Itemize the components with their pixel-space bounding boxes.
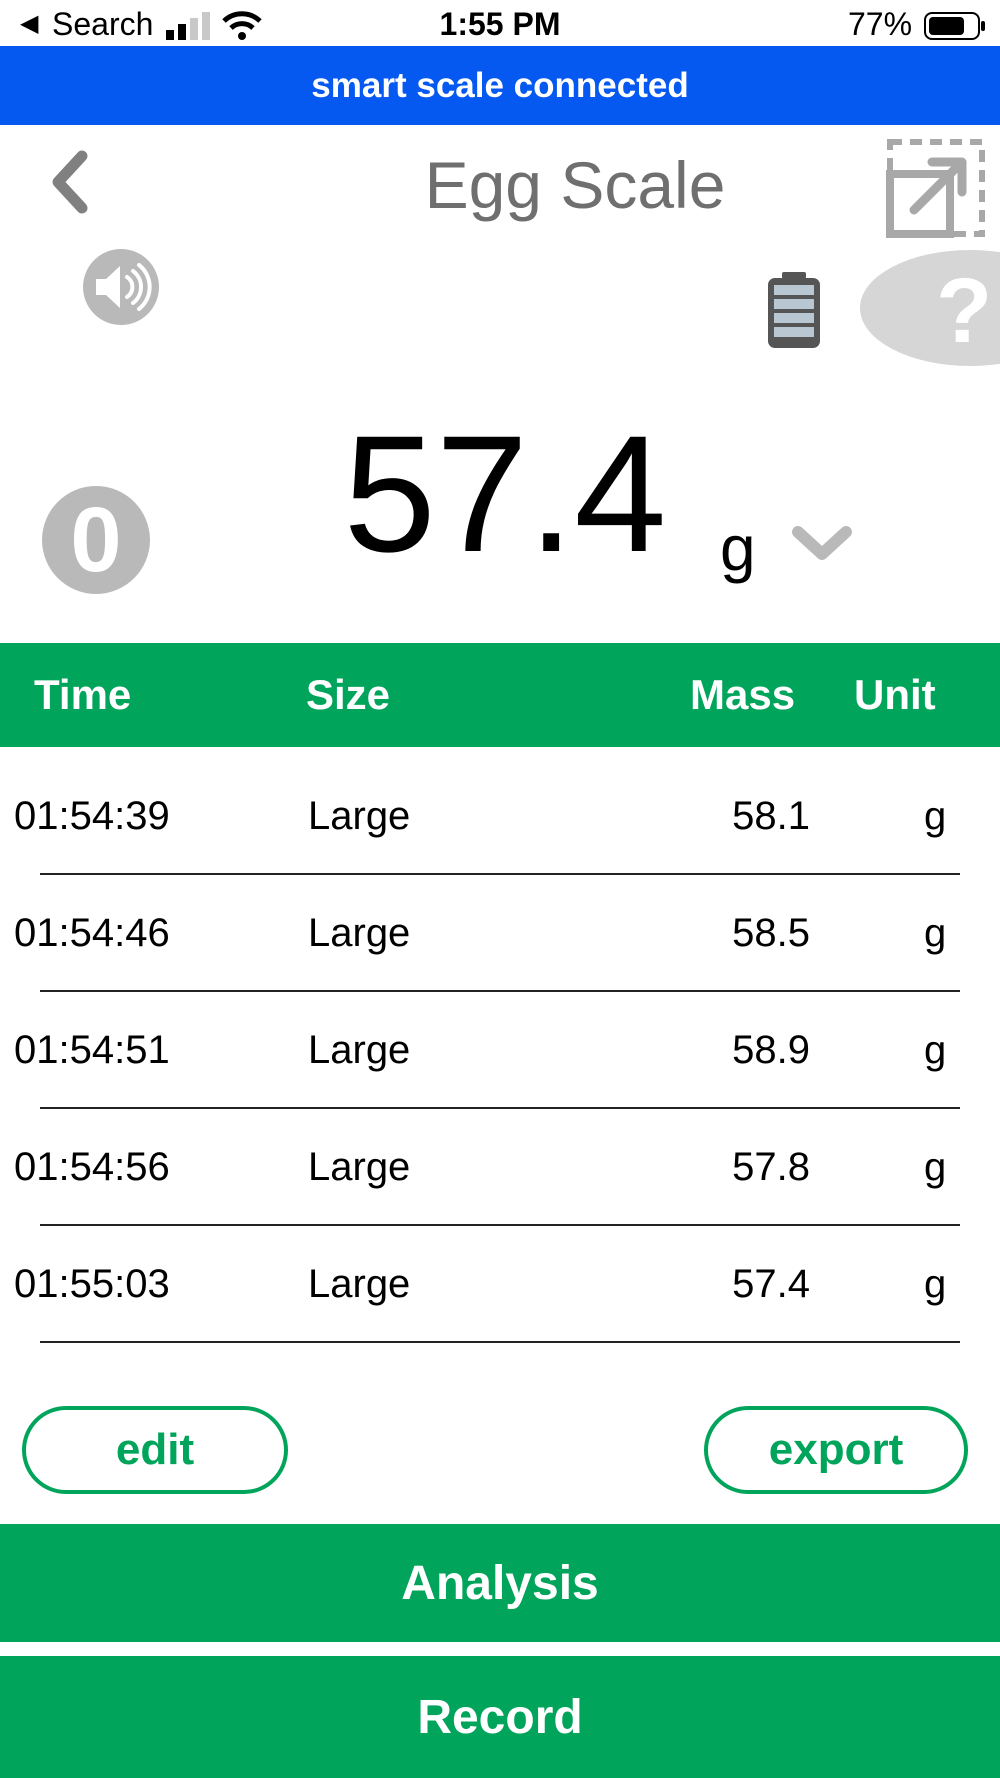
row-mass: 57.4 <box>732 1262 810 1306</box>
row-size: Large <box>308 1145 411 1189</box>
row-time: 01:54:39 <box>14 794 170 838</box>
battery-icon <box>768 272 820 348</box>
row-size: Large <box>308 1028 411 1072</box>
row-time: 01:54:56 <box>14 1145 170 1189</box>
row-mass: 57.8 <box>732 1145 810 1189</box>
table-row[interactable]: 01:54:46 Large 58.5 g <box>0 875 1000 992</box>
help-glyph: ? <box>936 260 992 362</box>
connection-status-text: smart scale connected <box>311 65 689 105</box>
battery-percent: 77% <box>848 6 913 42</box>
row-mass: 58.9 <box>732 1028 810 1072</box>
connection-banner: smart scale connected <box>0 46 1000 125</box>
row-time: 01:55:03 <box>14 1262 170 1306</box>
row-time: 01:54:51 <box>14 1028 170 1072</box>
page-title: Egg Scale <box>424 148 726 222</box>
speaker-icon[interactable] <box>82 248 160 326</box>
column-header-time: Time <box>34 671 132 718</box>
chevron-left-icon[interactable] <box>50 150 90 214</box>
analysis-button[interactable]: Analysis <box>0 1524 1000 1642</box>
row-unit: g <box>924 1145 947 1189</box>
cellular-signal-icon <box>166 12 210 40</box>
row-mass: 58.1 <box>732 794 810 838</box>
table-row[interactable]: 01:55:03 Large 57.4 g <box>0 1226 1000 1343</box>
row-unit: g <box>924 1028 947 1072</box>
row-size: Large <box>308 1262 411 1306</box>
column-header-size: Size <box>306 671 391 718</box>
status-time: 1:55 PM <box>439 6 561 42</box>
status-battery-icon <box>924 12 985 40</box>
row-size: Large <box>308 794 411 838</box>
table-header: Time Size Mass Unit <box>0 643 1000 747</box>
weight-reading: 57.4 <box>343 402 667 587</box>
status-bar: ◀ Search 1:55 PM 77% <box>0 0 1000 46</box>
table-row[interactable]: 01:54:51 Large 58.9 g <box>0 992 1000 1109</box>
reading-unit: g <box>720 512 756 584</box>
row-unit: g <box>924 1262 947 1306</box>
column-header-unit: Unit <box>854 671 936 718</box>
table-row[interactable]: 01:54:39 Large 58.1 g <box>0 758 1000 875</box>
tare-zero-button[interactable]: 0 <box>42 486 150 594</box>
record-button[interactable]: Record <box>0 1656 1000 1778</box>
chevron-down-icon[interactable] <box>792 526 852 562</box>
help-icon[interactable]: ? <box>860 250 1000 366</box>
row-time: 01:54:46 <box>14 911 170 955</box>
back-arrow-icon[interactable]: ◀ <box>20 12 38 36</box>
row-divider <box>40 1341 960 1343</box>
column-header-mass: Mass <box>690 671 796 718</box>
wifi-icon <box>222 11 262 40</box>
row-unit: g <box>924 794 947 838</box>
edit-button[interactable]: edit <box>22 1406 288 1494</box>
expand-icon[interactable] <box>886 138 986 238</box>
back-to-search-link[interactable]: Search <box>52 8 153 40</box>
row-mass: 58.5 <box>732 911 810 955</box>
export-button[interactable]: export <box>704 1406 968 1494</box>
row-unit: g <box>924 911 947 955</box>
row-size: Large <box>308 911 411 955</box>
table-row[interactable]: 01:54:56 Large 57.8 g <box>0 1109 1000 1226</box>
